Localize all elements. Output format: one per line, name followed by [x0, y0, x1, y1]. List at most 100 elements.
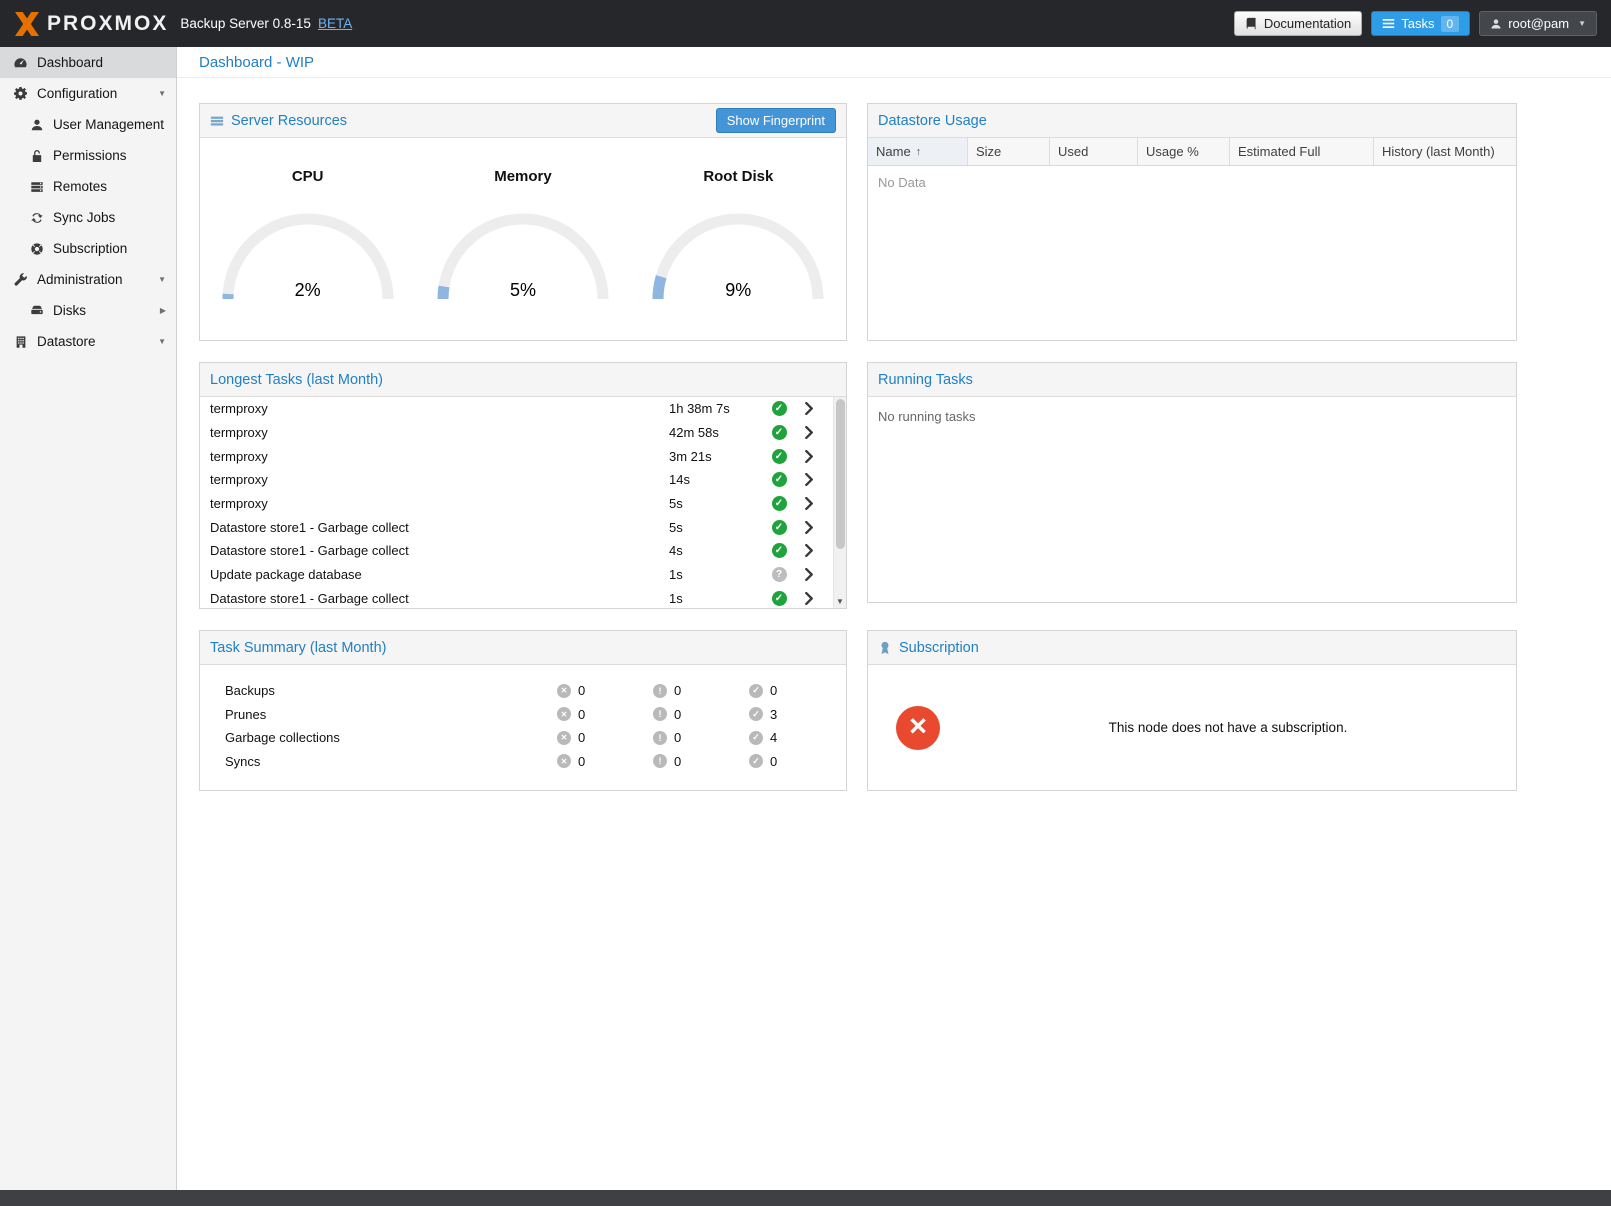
running-tasks-header: Running Tasks [868, 363, 1516, 397]
sidebar-item-dashboard[interactable]: Dashboard [0, 47, 176, 78]
chevron-down-icon: ▼ [1578, 19, 1586, 28]
user-menu-button[interactable]: root@pam ▼ [1479, 11, 1597, 36]
column-header-estimated-full[interactable]: Estimated Full [1230, 138, 1374, 165]
task-row[interactable]: Update package database 1s [200, 563, 833, 587]
caret-right-icon[interactable]: ▶ [160, 306, 166, 315]
sidebar-item-permissions[interactable]: Permissions [0, 140, 176, 171]
error-count: 0 [578, 754, 585, 769]
sidebar-item-user-management[interactable]: User Management [0, 109, 176, 140]
sort-asc-icon: ↑ [916, 146, 922, 158]
task-duration: 5s [669, 496, 764, 511]
chevron-right-icon[interactable] [804, 568, 814, 581]
column-header-name[interactable]: Name ↑ [868, 138, 968, 165]
chevron-right-icon[interactable] [804, 450, 814, 463]
caret-down-icon[interactable]: ▼ [158, 275, 166, 284]
chevron-right-icon[interactable] [804, 497, 814, 510]
sidebar-item-disks[interactable]: Disks ▶ [0, 295, 176, 326]
ok-count-icon [749, 707, 763, 721]
sidebar-item-sync-jobs[interactable]: Sync Jobs [0, 202, 176, 233]
task-name: Datastore store1 - Garbage collect [210, 591, 669, 606]
gauge-value: 2% [218, 280, 398, 301]
sidebar-item-remotes[interactable]: Remotes [0, 171, 176, 202]
sidebar-item-subscription[interactable]: Subscription [0, 233, 176, 264]
column-label: Size [976, 144, 1001, 159]
tasks-button[interactable]: Tasks 0 [1371, 11, 1470, 36]
longest-tasks-list: termproxy 1h 38m 7s termproxy 42m 58s [200, 397, 846, 608]
longest-tasks-panel: Longest Tasks (last Month) termproxy 1h … [199, 362, 847, 609]
chevron-right-icon[interactable] [804, 426, 814, 439]
documentation-button[interactable]: Documentation [1234, 11, 1362, 36]
task-status-icon [772, 472, 787, 487]
list-icon [1382, 17, 1395, 30]
gauge-memory: Memory 5% [415, 138, 630, 340]
task-row[interactable]: termproxy 1h 38m 7s [200, 397, 833, 421]
gauge-root-disk: Root Disk 9% [631, 138, 846, 340]
sidebar-item-label: Configuration [37, 86, 117, 101]
show-fingerprint-button[interactable]: Show Fingerprint [716, 108, 836, 133]
error-count-icon [557, 731, 571, 745]
summary-label: Garbage collections [225, 730, 557, 745]
column-header-used[interactable]: Used [1050, 138, 1138, 165]
column-header-history[interactable]: History (last Month) [1374, 138, 1516, 165]
task-summary-header: Task Summary (last Month) [200, 631, 846, 665]
hdd-icon [28, 303, 45, 319]
beta-link[interactable]: BETA [318, 16, 352, 31]
ok-count-icon [749, 754, 763, 768]
task-status-icon [772, 591, 787, 606]
task-duration: 4s [669, 543, 764, 558]
task-duration: 1s [669, 591, 764, 606]
longest-tasks-header: Longest Tasks (last Month) [200, 363, 846, 397]
no-subscription-icon [896, 706, 940, 750]
task-name: termproxy [210, 449, 669, 464]
warning-count: 0 [674, 754, 681, 769]
gears-icon [12, 86, 29, 102]
scrollbar-down-arrow[interactable]: ▼ [834, 597, 846, 606]
scrollbar[interactable]: ▼ [833, 397, 846, 608]
sidebar-item-label: Permissions [53, 148, 127, 163]
panel-title: Longest Tasks (last Month) [210, 372, 383, 388]
gauge-value: 5% [433, 280, 613, 301]
ok-count: 3 [770, 707, 777, 722]
column-header-size[interactable]: Size [968, 138, 1050, 165]
task-row[interactable]: Datastore store1 - Garbage collect 4s [200, 539, 833, 563]
chevron-right-icon[interactable] [804, 521, 814, 534]
sidebar-item-administration[interactable]: Administration ▼ [0, 264, 176, 295]
error-count: 0 [578, 730, 585, 745]
task-row[interactable]: termproxy 42m 58s [200, 421, 833, 445]
chevron-right-icon[interactable] [804, 544, 814, 557]
task-duration: 1s [669, 567, 764, 582]
summary-row: Syncs 0 0 0 [200, 750, 846, 774]
column-label: Name [876, 144, 911, 159]
subscription-message: This node does not have a subscription. [940, 720, 1516, 735]
task-row[interactable]: termproxy 3m 21s [200, 444, 833, 468]
scrollbar-thumb[interactable] [836, 399, 845, 549]
page-title: Dashboard - WIP [199, 54, 314, 71]
chevron-right-icon[interactable] [804, 402, 814, 415]
column-label: History (last Month) [1382, 144, 1495, 159]
task-row[interactable]: Datastore store1 - Garbage collect 1s [200, 587, 833, 609]
error-count-icon [557, 754, 571, 768]
task-status-icon [772, 496, 787, 511]
column-header-usage-pct[interactable]: Usage % [1138, 138, 1230, 165]
user-icon [28, 117, 45, 133]
task-row[interactable]: termproxy 5s [200, 492, 833, 516]
sidebar-item-configuration[interactable]: Configuration ▼ [0, 78, 176, 109]
task-name: termproxy [210, 425, 669, 440]
server-resources-header: Server Resources Show Fingerprint [200, 104, 846, 138]
chevron-right-icon[interactable] [804, 592, 814, 605]
panel-title: Subscription [899, 640, 979, 656]
task-status-icon [772, 567, 787, 582]
documentation-label: Documentation [1264, 16, 1351, 31]
brand-text: PROXMOX [47, 12, 168, 36]
caret-down-icon[interactable]: ▼ [158, 89, 166, 98]
ok-count: 0 [770, 683, 777, 698]
task-row[interactable]: Datastore store1 - Garbage collect 5s [200, 515, 833, 539]
chevron-right-icon[interactable] [804, 473, 814, 486]
task-row[interactable]: termproxy 14s [200, 468, 833, 492]
column-label: Usage % [1146, 144, 1199, 159]
sidebar-item-label: Remotes [53, 179, 107, 194]
datastore-empty-message: No Data [868, 166, 1516, 340]
sidebar-item-datastore[interactable]: Datastore ▼ [0, 326, 176, 357]
caret-down-icon[interactable]: ▼ [158, 337, 166, 346]
product-version: Backup Server 0.8-15 [180, 16, 311, 31]
